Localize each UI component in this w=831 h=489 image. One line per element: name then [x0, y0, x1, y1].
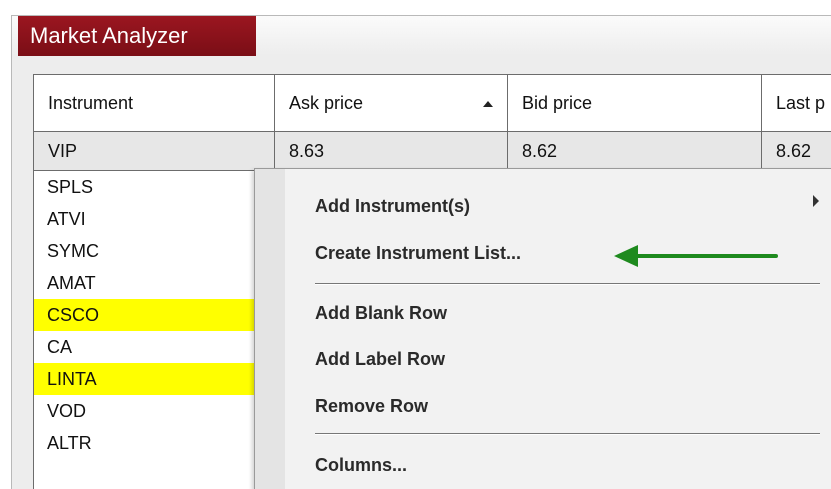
- list-item-instrument[interactable]: LINTA: [34, 363, 255, 395]
- menu-separator: [315, 283, 820, 285]
- list-item-instrument[interactable]: SPLS: [34, 171, 255, 203]
- menu-icon-gutter: [255, 169, 285, 489]
- green-arrow-icon: [614, 245, 778, 267]
- list-item-instrument[interactable]: SYMC: [34, 235, 255, 267]
- list-item-instrument[interactable]: VOD: [34, 395, 255, 427]
- cell-last-price: 8.62: [776, 141, 812, 161]
- submenu-arrow-icon: [813, 195, 819, 207]
- list-item-instrument[interactable]: AMAT: [34, 267, 255, 299]
- list-item-instrument[interactable]: ALTR: [34, 427, 255, 459]
- market-analyzer-window: Market Analyzer Instrument Ask price Bid…: [0, 0, 831, 489]
- list-item-instrument[interactable]: CSCO: [34, 299, 255, 331]
- sort-ascending-icon: [483, 101, 493, 107]
- column-header-instrument[interactable]: Instrument: [34, 75, 275, 131]
- column-header-ask-price[interactable]: Ask price: [275, 75, 508, 131]
- instrument-list: SPLS ATVI SYMC AMAT CSCO CA LINTA VOD ALTR: [34, 171, 255, 459]
- column-header-last-price[interactable]: Last p: [762, 75, 831, 131]
- column-header-bid-price[interactable]: Bid price: [508, 75, 762, 131]
- list-item-instrument[interactable]: ATVI: [34, 203, 255, 235]
- menu-item-remove-row[interactable]: Remove Row: [315, 396, 428, 417]
- cell-instrument: VIP: [34, 132, 275, 170]
- menu-item-add-instruments[interactable]: Add Instrument(s): [315, 196, 470, 217]
- list-item-instrument[interactable]: CA: [34, 331, 255, 363]
- table-row-selected[interactable]: VIP 8.63 8.62 8.62: [34, 132, 831, 171]
- cell-bid-price: 8.62: [508, 132, 762, 170]
- window-title-tab[interactable]: Market Analyzer: [18, 16, 256, 56]
- context-menu: Add Instrument(s) Create Instrument List…: [254, 168, 831, 489]
- menu-separator: [315, 433, 820, 435]
- grid-header: Instrument Ask price Bid price Last p: [34, 75, 831, 132]
- menu-item-add-blank-row[interactable]: Add Blank Row: [315, 303, 447, 324]
- column-header-label: Ask price: [289, 93, 364, 113]
- menu-item-create-instrument-list[interactable]: Create Instrument List...: [315, 243, 521, 264]
- menu-item-add-label-row[interactable]: Add Label Row: [315, 349, 445, 370]
- menu-item-columns[interactable]: Columns...: [315, 455, 407, 476]
- cell-ask-price: 8.63: [275, 132, 508, 170]
